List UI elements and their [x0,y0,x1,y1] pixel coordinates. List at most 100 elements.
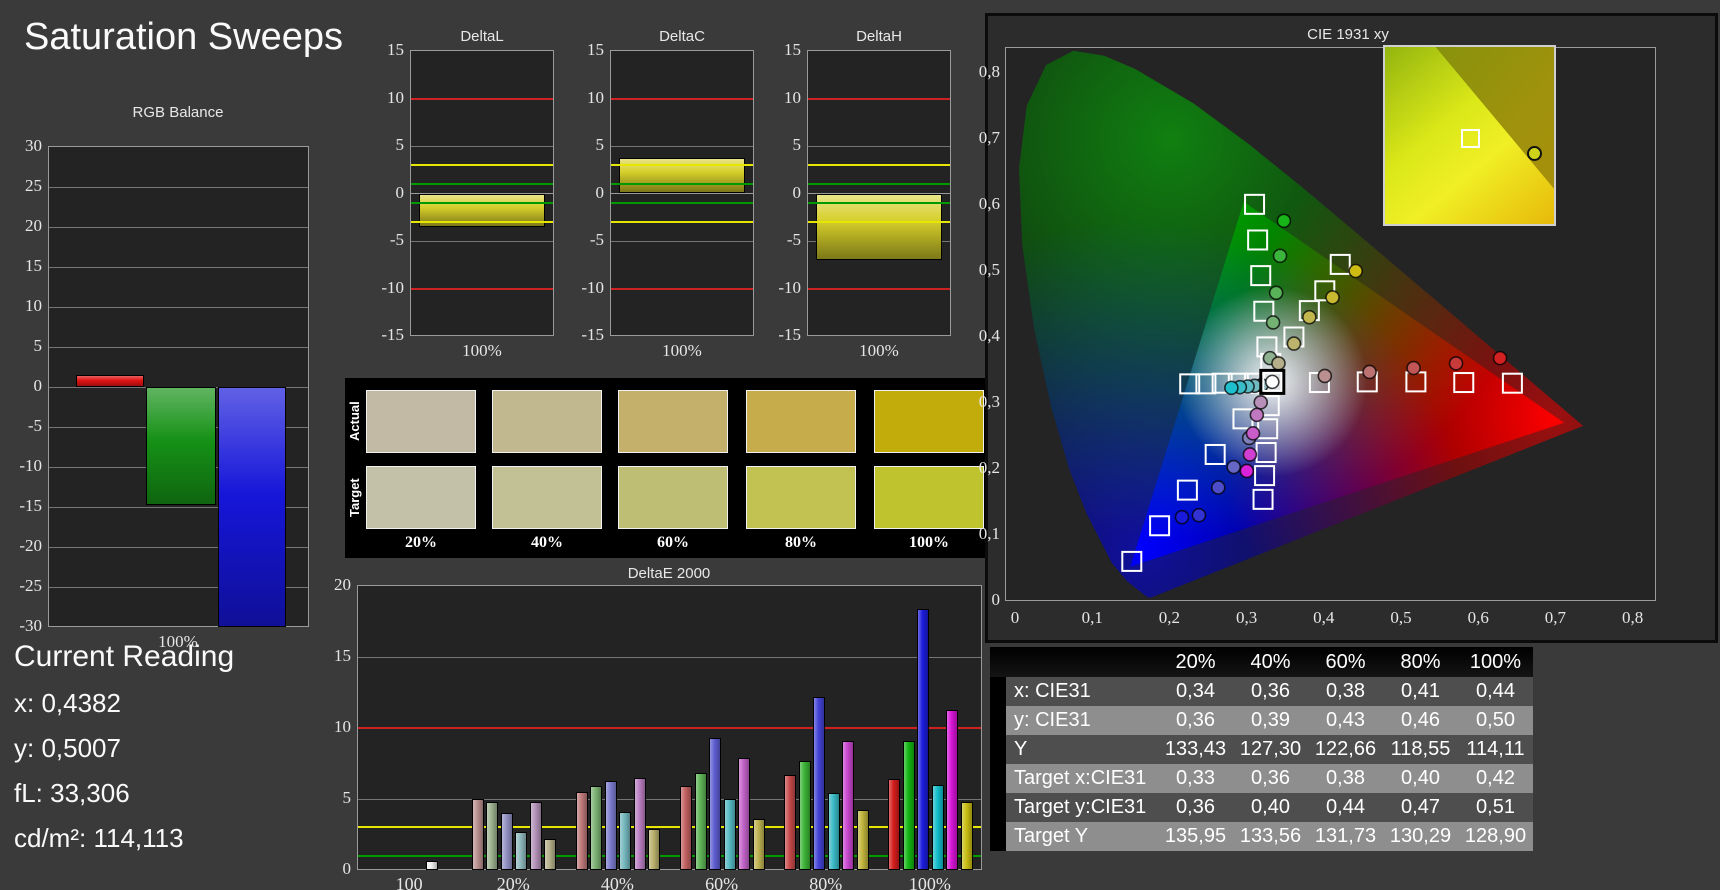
deltaL-tick: 10 [387,87,404,107]
cie-measured-marker [1191,507,1207,523]
limit-line [611,97,753,100]
deltae-group-label: 20% [496,874,530,890]
cie-measured-marker [1226,459,1242,475]
cie-y-tick: 0,1 [978,524,1000,543]
limit-line [411,145,553,147]
table-cell: 0,36 [1251,767,1290,789]
reading-value: fL: 33,306 [14,778,130,808]
table-cell: 0,34 [1176,680,1215,702]
limit-line [411,221,553,223]
cie-measured-marker [1174,509,1190,525]
table-row-label: x: CIE31 [990,677,1158,706]
deltae-bar [784,774,797,870]
deltae-bar [425,861,438,870]
table-cell: 0,36 [1251,680,1290,702]
deltaH-tick: -5 [786,230,801,249]
deltae-group-label: 40% [600,874,634,890]
deltae-bar [500,813,513,870]
rgb-axis-tick: 5 [33,336,43,355]
deltaC-tick: 5 [595,135,605,154]
cie-x-tick: 0,1 [1081,608,1103,627]
table-cell: 0,39 [1251,709,1290,731]
swatch-target [366,466,476,529]
deltaC-plot [610,50,754,336]
rgb-balance-plot [48,146,309,627]
table-cell: 0,36 [1176,796,1215,818]
deltae-bar [827,793,840,870]
cie-measured-marker [1276,213,1292,229]
cie-measured-marker [1242,447,1258,462]
table-cell: 135,95 [1164,825,1227,847]
limit-line [411,97,553,100]
swatch-actual [618,390,728,453]
limit-line [49,226,308,228]
deltae-bar [752,818,765,870]
deltae-bar [619,811,632,870]
table-cell: 0,44 [1476,680,1515,702]
deltaC-x-label: 100% [662,341,702,360]
cie-measured-marker [1317,368,1333,384]
cie-y-tick: 0,2 [978,458,1000,477]
deltaH-x-label: 100% [859,341,899,360]
current-reading-heading: Current Reading [14,640,235,673]
rgb-axis-tick: -30 [19,616,42,635]
deltae-bar [960,801,973,870]
table-cell: 0,38 [1326,680,1365,702]
deltaH-plot [807,50,951,336]
swatch-row-label: Target [347,478,362,517]
table-header-cell: 20% [1175,651,1216,673]
deltaC-tick: -5 [589,230,604,249]
deltaH-tick: 0 [792,182,802,202]
swatch-col-label: 60% [657,534,689,551]
table-row-label: Target x:CIE31 [990,764,1158,793]
table-row-label: Y [990,735,1158,764]
limit-line [358,656,981,658]
rgb-axis-tick: -5 [27,416,42,435]
cie-plot [1005,47,1656,601]
deltaC-tick: 0 [595,182,605,202]
table-cell: 114,11 [1466,738,1525,760]
deltaC-tick: -15 [581,325,604,344]
deltaL-tick: 0 [395,182,405,202]
deltae-tick: 5 [342,788,352,807]
rgb-axis-tick: 15 [25,256,42,275]
rgb-axis-tick: -15 [19,496,42,515]
deltaC-tick: -10 [581,277,604,297]
deltaH-tick: 10 [784,87,801,107]
table-row: Target y:CIE31 0,36 0,40 0,44 0,47 0,51 [990,793,1533,822]
limit-line [808,202,950,204]
table-cell: 0,42 [1476,767,1515,789]
deltae-plot [357,585,982,870]
cie-x-tick: 0,3 [1235,608,1258,627]
deltaH-tick: -15 [778,325,801,344]
table-cell: 128,90 [1464,825,1527,847]
limit-line [808,183,950,185]
table-row-label: Target Y [990,822,1158,851]
deltaH-tick: 15 [784,40,801,59]
cie-title: CIE 1931 xy [1307,26,1389,43]
calibration-report-page: Saturation Sweeps Current Reading x: 0,4… [0,0,1720,890]
limit-line [611,183,753,185]
deltae-tick: 15 [334,646,351,665]
limit-line [49,266,308,268]
cie-measured-marker [1253,395,1269,410]
rgb-axis-tick: 25 [25,176,42,195]
cie-measured-marker [1265,315,1281,330]
cie-x-tick: 0 [1010,608,1020,627]
table-cell: 0,46 [1401,709,1440,731]
limit-line [411,287,553,290]
cie-measured-marker [1325,290,1340,305]
swatch-actual [492,390,602,453]
cie-measured-marker [1210,480,1226,495]
limit-line [808,221,950,223]
cie-measured-marker [1362,364,1377,380]
rgb-axis-tick: -25 [19,576,42,595]
cie-x-tick: 0,5 [1390,608,1412,627]
deltaL-tick: 15 [387,40,404,59]
deltaL-tick: 5 [395,135,405,154]
limit-line [611,221,753,223]
table-cell: 130,29 [1389,825,1452,847]
saturation-table: 20% 40% 60% 80% 100% x: CIE31 0,34 0,36 0,38 0,41… [990,647,1533,851]
deltaH-tick: 5 [792,135,802,154]
deltaL-tick: -5 [389,230,404,249]
